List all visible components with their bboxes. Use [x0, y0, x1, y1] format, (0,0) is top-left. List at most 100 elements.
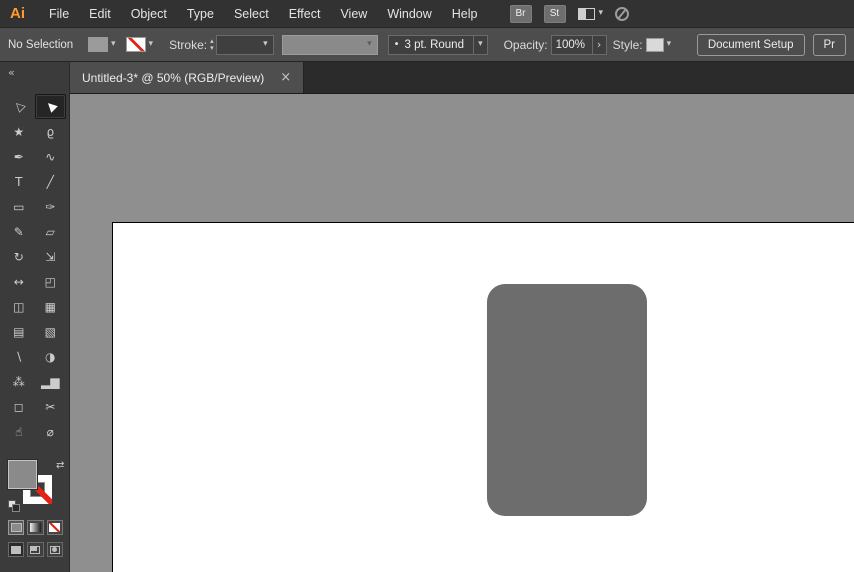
rounded-rectangle-shape[interactable]: [487, 284, 647, 516]
opacity-slider-button[interactable]: ›: [592, 34, 607, 55]
draw-normal-button[interactable]: [8, 542, 25, 557]
fill-indicator[interactable]: [7, 459, 38, 490]
type-tool-icon: T: [15, 174, 23, 189]
gradient-tool[interactable]: ▧: [35, 319, 67, 344]
symbol-sprayer-tool-icon: ⁂: [12, 374, 25, 389]
paintbrush-tool[interactable]: ✑: [35, 194, 67, 219]
pen-tool[interactable]: ✒: [3, 144, 35, 169]
menu-items: File Edit Object Type Select Effect View Window…: [39, 7, 488, 21]
menu-item-effect[interactable]: Effect: [279, 7, 331, 21]
type-tool[interactable]: T: [3, 169, 35, 194]
swap-fill-stroke-button[interactable]: ⇄: [56, 460, 64, 471]
canvas[interactable]: [70, 94, 854, 572]
direct-selection-tool[interactable]: ▷: [3, 94, 35, 119]
perspective-grid-tool[interactable]: ▦: [35, 294, 67, 319]
lasso-tool-icon: ϱ: [46, 124, 55, 139]
selection-status-label: No Selection: [8, 38, 74, 51]
chevron-down-icon: ▾: [148, 39, 154, 49]
pen-tool-icon: ✒: [13, 149, 24, 164]
free-transform-tool[interactable]: ◰: [35, 269, 67, 294]
menu-item-file[interactable]: File: [39, 7, 79, 21]
eraser-tool[interactable]: ▱: [35, 219, 67, 244]
shape-builder-tool[interactable]: ◫: [3, 294, 35, 319]
draw-inside-button[interactable]: [46, 542, 63, 557]
stroke-weight-stepper[interactable]: ▴ ▾: [210, 37, 214, 52]
none-icon: [49, 523, 61, 532]
draw-behind-button[interactable]: [27, 542, 44, 557]
line-segment-tool[interactable]: ╱: [35, 169, 67, 194]
menu-item-view[interactable]: View: [330, 7, 377, 21]
selection-tool[interactable]: ▶: [34, 94, 66, 119]
gradient-icon: [29, 523, 41, 532]
menubar-right-cluster: Br St ▾: [509, 4, 630, 23]
brush-definition-dropdown[interactable]: • 3 pt. Round ▾: [387, 34, 488, 55]
gradient-button[interactable]: [27, 520, 44, 535]
artboard-tool[interactable]: ◻: [3, 394, 35, 419]
lasso-tool[interactable]: ϱ: [35, 119, 67, 144]
free-transform-tool-icon: ◰: [44, 274, 56, 289]
document-tab[interactable]: Untitled-3* @ 50% (RGB/Preview) ×: [70, 62, 305, 93]
menu-item-type[interactable]: Type: [177, 7, 224, 21]
sync-status-icon[interactable]: [615, 6, 630, 21]
collapse-panel-button[interactable]: «: [0, 62, 69, 94]
artboard-tool-icon: ◻: [13, 399, 24, 414]
fill-color-dropdown[interactable]: ▾: [88, 37, 116, 52]
workspace: Untitled-3* @ 50% (RGB/Preview) ×: [70, 62, 854, 572]
perspective-grid-tool-icon: ▦: [44, 299, 56, 314]
eyedropper-tool[interactable]: ∖: [3, 344, 35, 369]
blend-tool[interactable]: ◑: [35, 344, 67, 369]
illustrator-window: Ai File Edit Object Type Select Effect View Win…: [0, 0, 854, 572]
rotate-tool[interactable]: ↻: [3, 244, 35, 269]
width-tool-icon: ↔: [13, 274, 24, 289]
stroke-none-swatch-icon: [125, 37, 146, 52]
scale-tool[interactable]: ⇲: [35, 244, 67, 269]
color-button[interactable]: [8, 520, 25, 535]
color-type-buttons: [0, 512, 69, 535]
stroke-color-dropdown[interactable]: ▾: [125, 37, 154, 52]
arrange-documents-icon: [577, 7, 595, 20]
stock-button[interactable]: St: [543, 4, 566, 23]
zoom-tool[interactable]: ⌀: [35, 419, 67, 444]
menu-item-select[interactable]: Select: [224, 7, 279, 21]
hand-tool[interactable]: ☝: [3, 419, 35, 444]
tools-panel: « ▷ ▶ ★ ϱ ✒ ∿ T ╱ ▭ ✑ ✎ ▱ ↻ ⇲ ↔ ◰ ◫ ▦ ▤ ▧ ∖ ◑ ⁂ ▂▆ ◻ ✂ ☝ ⌀ ⇄: [0, 62, 70, 572]
variable-width-profile-dropdown[interactable]: ▾: [281, 34, 378, 55]
direct-selection-tool-icon: ▷: [10, 98, 27, 115]
artboard[interactable]: [112, 222, 854, 572]
chevron-down-icon: ▾: [263, 39, 268, 49]
default-fill-stroke-button[interactable]: [8, 500, 21, 513]
slice-tool[interactable]: ✂: [35, 394, 67, 419]
tool-grid: ▷ ▶ ★ ϱ ✒ ∿ T ╱ ▭ ✑ ✎ ▱ ↻ ⇲ ↔ ◰ ◫ ▦ ▤ ▧ ∖ ◑ ⁂ ▂▆ ◻ ✂ ☝ ⌀: [0, 94, 69, 444]
magic-wand-tool[interactable]: ★: [3, 119, 35, 144]
document-setup-button[interactable]: Document Setup: [696, 33, 805, 56]
column-graph-tool[interactable]: ▂▆: [35, 369, 67, 394]
pencil-tool[interactable]: ✎: [3, 219, 35, 244]
stepper-down-icon[interactable]: ▾: [210, 44, 214, 52]
tab-close-button[interactable]: ×: [280, 70, 291, 85]
menu-item-object[interactable]: Object: [121, 7, 177, 21]
preferences-button[interactable]: Pr: [812, 33, 846, 56]
stroke-weight-dropdown[interactable]: ▾: [215, 34, 274, 55]
menu-bar: Ai File Edit Object Type Select Effect View Win…: [0, 0, 854, 28]
menu-item-help[interactable]: Help: [442, 7, 488, 21]
pencil-tool-icon: ✎: [13, 224, 24, 239]
none-button[interactable]: [46, 520, 63, 535]
width-tool[interactable]: ↔: [3, 269, 35, 294]
curvature-tool[interactable]: ∿: [35, 144, 67, 169]
paintbrush-tool-icon: ✑: [45, 199, 56, 214]
selection-tool-icon: ▶: [42, 98, 59, 115]
bridge-button[interactable]: Br: [509, 4, 532, 23]
shape-builder-tool-icon: ◫: [13, 299, 25, 314]
graphic-style-dropdown[interactable]: ▾: [645, 37, 671, 52]
menu-item-edit[interactable]: Edit: [79, 7, 121, 21]
arrange-documents-button[interactable]: ▾: [577, 7, 603, 20]
mesh-tool[interactable]: ▤: [3, 319, 35, 344]
menu-item-window[interactable]: Window: [377, 7, 441, 21]
brush-definition-value: 3 pt. Round: [404, 38, 464, 51]
document-tab-title: Untitled-3* @ 50% (RGB/Preview): [82, 70, 265, 85]
opacity-input[interactable]: [550, 34, 593, 55]
rectangle-tool[interactable]: ▭: [3, 194, 35, 219]
brush-definition-caret-button[interactable]: ▾: [473, 35, 487, 54]
line-segment-tool-icon: ╱: [46, 174, 54, 189]
symbol-sprayer-tool[interactable]: ⁂: [3, 369, 35, 394]
